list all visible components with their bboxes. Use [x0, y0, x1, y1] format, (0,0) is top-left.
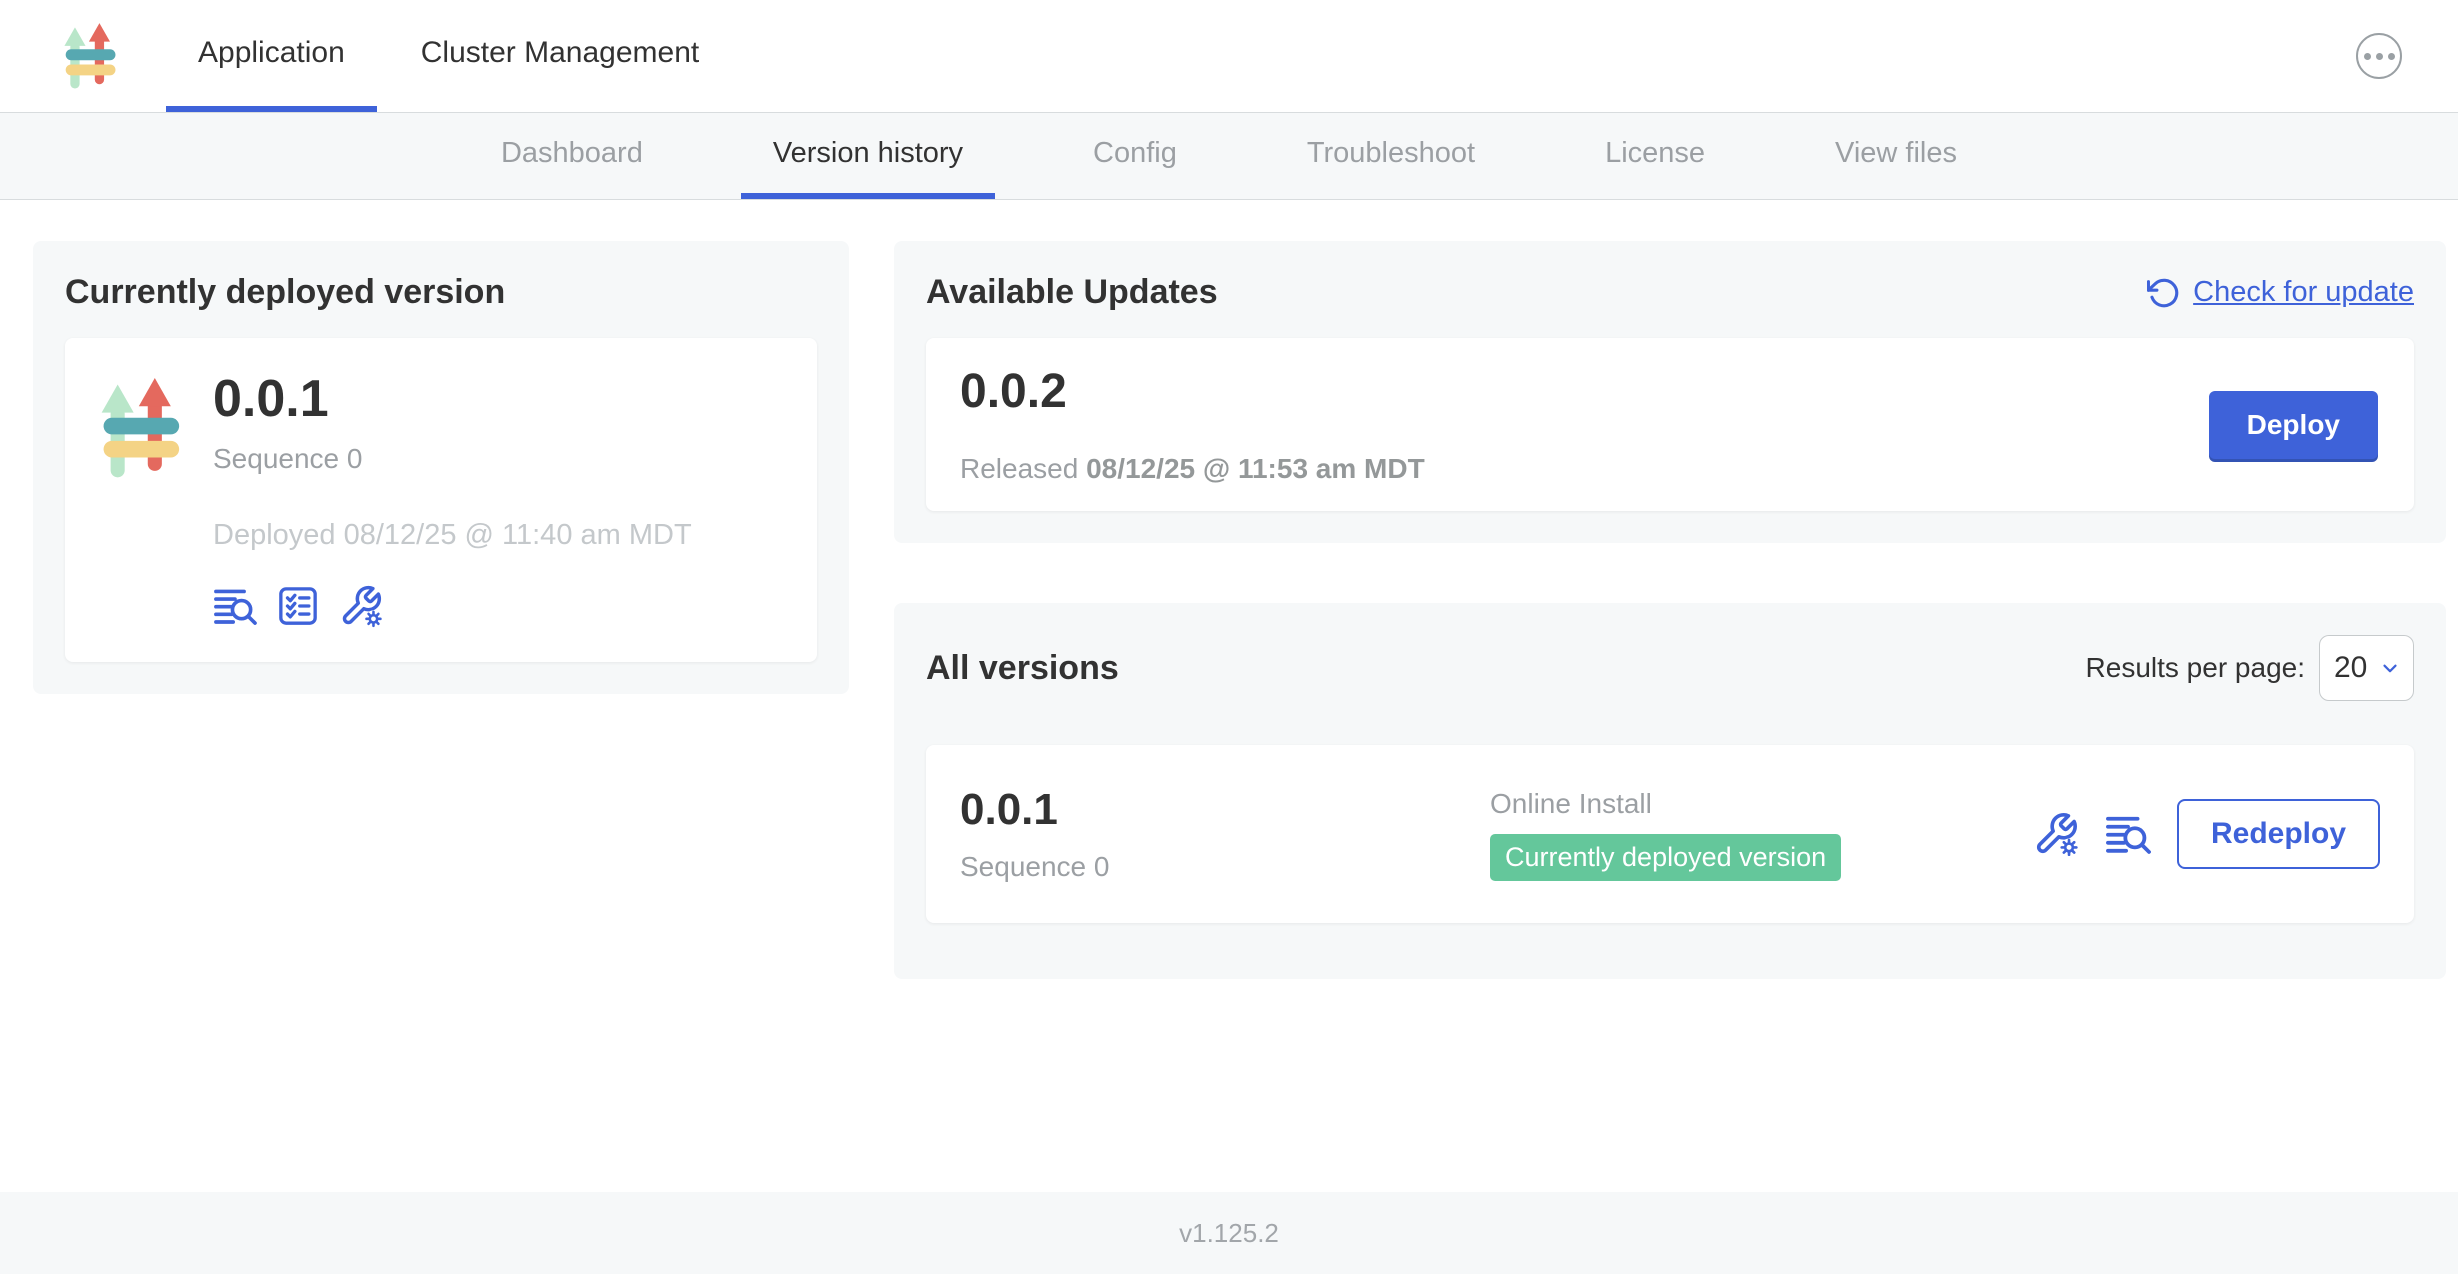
row-sequence: Sequence 0	[960, 851, 1490, 883]
currently-deployed-badge: Currently deployed version	[1490, 834, 1841, 881]
check-for-update-link[interactable]: Check for update	[2147, 276, 2414, 310]
all-versions-panel: All versions Results per page: 20 0.0.1 …	[894, 603, 2446, 979]
redeploy-button[interactable]: Redeploy	[2177, 799, 2380, 869]
release-notes-search-icon[interactable]	[213, 586, 257, 626]
deployed-sequence: Sequence 0	[213, 443, 692, 475]
subtab-dashboard[interactable]: Dashboard	[469, 113, 675, 199]
update-released-line: Released 08/12/25 @ 11:53 am MDT	[960, 453, 1425, 485]
results-per-page-select[interactable]: 20	[2319, 635, 2414, 701]
subtab-troubleshoot[interactable]: Troubleshoot	[1275, 113, 1507, 199]
deployed-version-card: 0.0.1 Sequence 0 Deployed 08/12/25 @ 11:…	[65, 338, 817, 662]
results-per-page-label: Results per page:	[2086, 652, 2305, 684]
currently-deployed-panel: Currently deployed version 0.0.1 Sequenc…	[33, 241, 849, 694]
app-sub-nav: Dashboard Version history Config Trouble…	[0, 113, 2458, 200]
config-wrench-icon[interactable]	[2033, 811, 2079, 857]
subtab-license[interactable]: License	[1573, 113, 1737, 199]
install-type-label: Online Install	[1490, 788, 2013, 820]
subtab-version-history[interactable]: Version history	[741, 113, 995, 199]
version-row: 0.0.1 Sequence 0 Online Install Currentl…	[926, 745, 2414, 923]
top-tabs: Application Cluster Management	[166, 0, 743, 112]
update-card: 0.0.2 Released 08/12/25 @ 11:53 am MDT D…	[926, 338, 2414, 511]
top-nav: Application Cluster Management	[0, 0, 2458, 113]
app-logo	[64, 23, 118, 89]
subtab-config[interactable]: Config	[1061, 113, 1209, 199]
console-version: v1.125.2	[1179, 1218, 1279, 1249]
refresh-ccw-icon	[2147, 276, 2181, 310]
ellipsis-icon	[2364, 53, 2371, 60]
deployed-timestamp: Deployed 08/12/25 @ 11:40 am MDT	[213, 519, 692, 552]
deployed-actions	[213, 584, 692, 628]
footer: v1.125.2	[0, 1192, 2458, 1274]
app-logo-icon	[64, 23, 118, 89]
check-for-update-label: Check for update	[2193, 276, 2414, 309]
all-versions-title: All versions	[926, 649, 1119, 688]
chevron-down-icon	[2379, 657, 2401, 679]
row-actions: Redeploy	[2033, 799, 2380, 869]
tab-application[interactable]: Application	[166, 0, 377, 112]
more-menu-button[interactable]	[2356, 33, 2402, 79]
available-updates-panel: Available Updates Check for update 0.0.2…	[894, 241, 2446, 543]
main-content: Currently deployed version 0.0.1 Sequenc…	[0, 200, 2458, 979]
deploy-button[interactable]: Deploy	[2209, 391, 2378, 459]
row-version-number: 0.0.1	[960, 785, 1490, 835]
tab-cluster-management[interactable]: Cluster Management	[389, 0, 731, 112]
right-column: Available Updates Check for update 0.0.2…	[894, 241, 2446, 979]
preflight-checklist-icon[interactable]	[277, 585, 319, 627]
available-updates-title: Available Updates	[926, 273, 1218, 312]
subtab-view-files[interactable]: View files	[1803, 113, 1989, 199]
app-logo-icon	[101, 378, 183, 478]
update-version-number: 0.0.2	[960, 364, 1425, 419]
deployed-version-number: 0.0.1	[213, 372, 692, 427]
release-notes-search-icon[interactable]	[2105, 813, 2151, 855]
config-wrench-icon[interactable]	[339, 584, 383, 628]
currently-deployed-title: Currently deployed version	[65, 273, 817, 312]
